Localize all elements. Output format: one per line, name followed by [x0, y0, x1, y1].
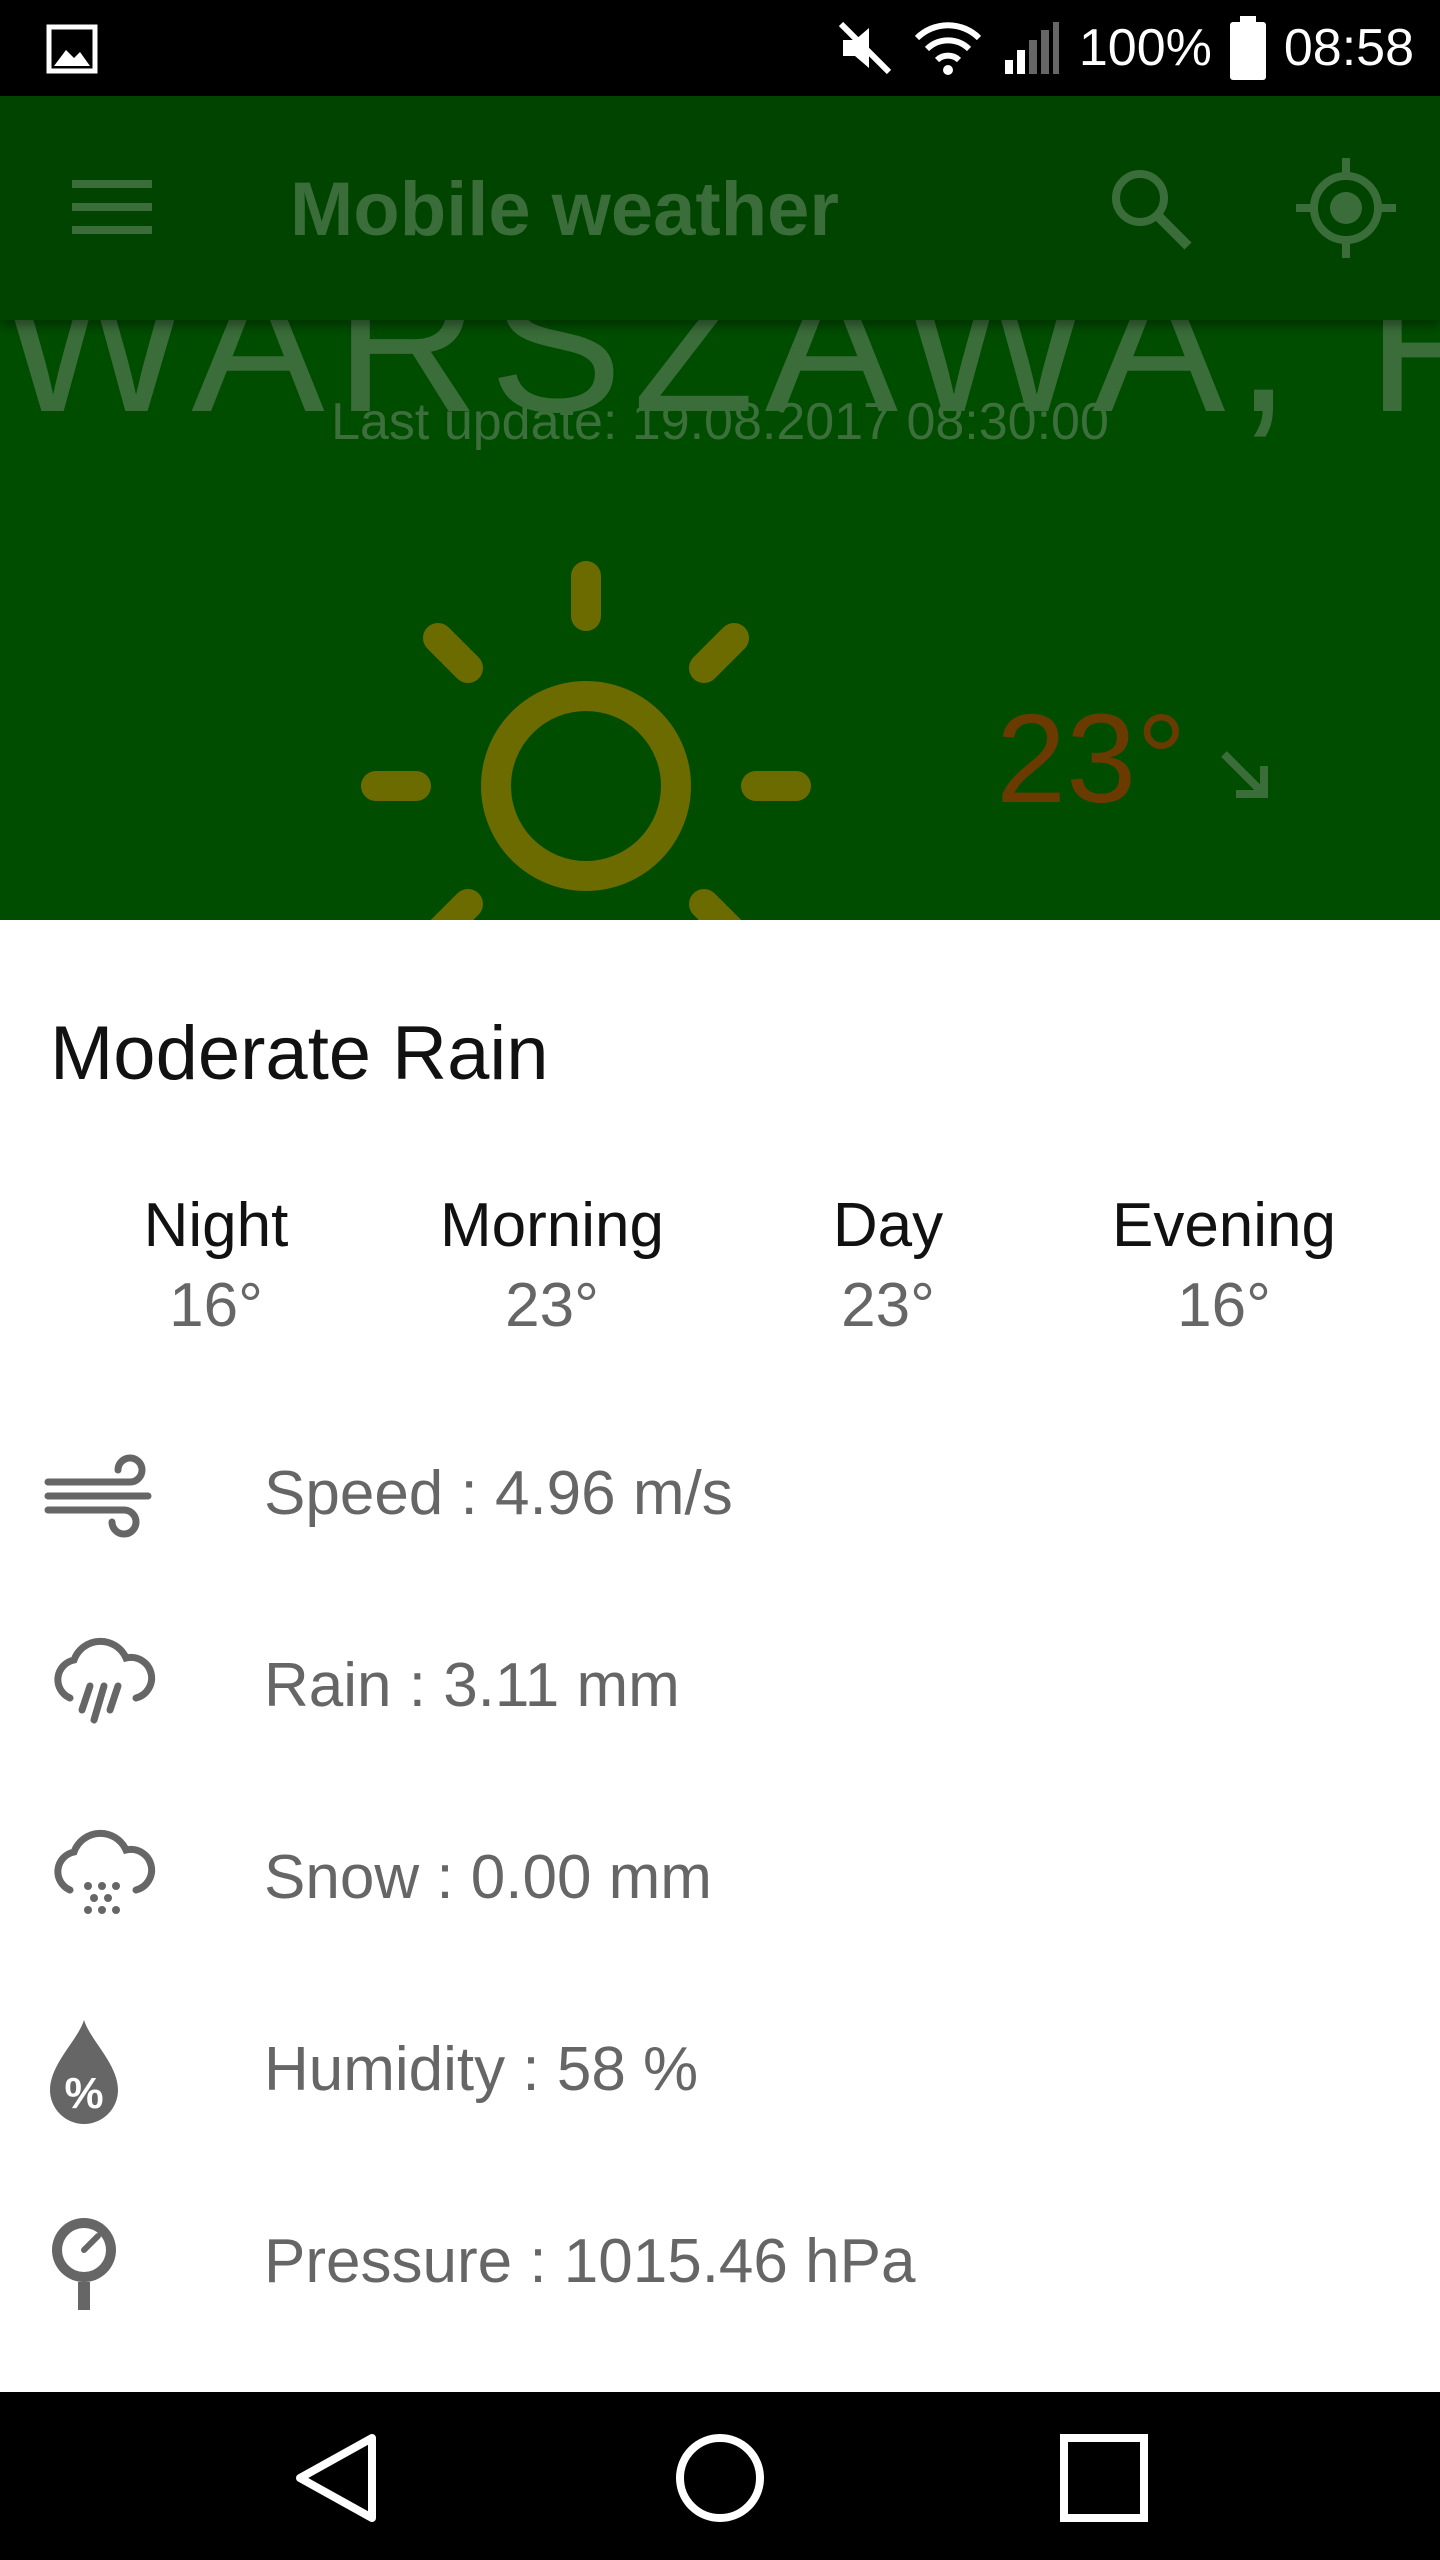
humidity-icon: %	[50, 2020, 118, 2124]
snow-icon	[54, 1829, 156, 1914]
detail-pressure: Pressure : 1015.46 hPa	[0, 2188, 1440, 2338]
sheet-title: Moderate Rain	[50, 1011, 549, 1096]
app-title: Mobile weather	[290, 167, 839, 252]
day-part-morning: Morning 23°	[384, 1188, 720, 1348]
trend-down-icon	[1221, 751, 1268, 798]
search-icon[interactable]	[1108, 166, 1194, 252]
detail-rain: Rain : 3.11 mm	[0, 1612, 1440, 1762]
weather-screen: Mobile weather WARSZAWA, PL Last update:…	[0, 96, 1440, 920]
detail-label: Rain : 3.11 mm	[264, 1651, 680, 1720]
detail-label: Humidity : 58 %	[264, 2035, 699, 2104]
day-parts: Night 16° Morning 23° Day 23° Evening 16…	[0, 1188, 1440, 1368]
menu-icon[interactable]	[72, 176, 152, 238]
recent-apps-icon[interactable]	[1056, 2430, 1152, 2526]
rain-icon	[54, 1637, 156, 1724]
sun-icon	[361, 561, 811, 920]
detail-humidity: % Humidity : 58 %	[0, 1996, 1440, 2146]
detail-label: Speed : 4.96 m/s	[264, 1459, 733, 1528]
detail-sheet: Moderate Rain Night 16° Morning 23° Day …	[0, 920, 1440, 2392]
day-part-temp: 23°	[505, 1271, 599, 1340]
day-part-label: Evening	[1111, 1191, 1337, 1260]
home-icon[interactable]	[672, 2430, 768, 2526]
detail-snow: Snow : 0.00 mm	[0, 1804, 1440, 1954]
day-part-temp: 16°	[169, 1271, 263, 1340]
detail-label: Snow : 0.00 mm	[264, 1843, 712, 1912]
detail-wind: Speed : 4.96 m/s	[0, 1420, 1440, 1570]
day-part-label: Day	[832, 1191, 944, 1260]
current-temperature: 23°	[996, 688, 1187, 829]
clock: 08:58	[1283, 19, 1414, 77]
detail-label: Pressure : 1015.46 hPa	[264, 2227, 916, 2296]
navigation-bar	[0, 2392, 1440, 2560]
status-icons: 100% 08:58	[835, 0, 1414, 96]
back-icon[interactable]	[290, 2430, 386, 2526]
toolbar: Mobile weather	[0, 96, 1440, 320]
day-part-day: Day 23°	[720, 1188, 1056, 1348]
wifi-icon	[914, 22, 981, 75]
day-part-evening: Evening 16°	[1056, 1188, 1392, 1348]
battery-percent: 100%	[1078, 19, 1212, 77]
day-part-night: Night 16°	[48, 1188, 384, 1348]
mute-icon	[838, 21, 891, 75]
battery-icon	[1229, 16, 1266, 80]
wind-icon	[44, 1454, 152, 1538]
locate-icon[interactable]	[1296, 158, 1396, 258]
day-part-label: Morning	[440, 1191, 664, 1260]
day-part-label: Night	[143, 1191, 289, 1260]
gallery-icon	[46, 24, 98, 74]
status-bar: 100% 08:58	[0, 0, 1440, 96]
day-part-temp: 16°	[1177, 1271, 1271, 1340]
svg-text:%: %	[64, 2069, 103, 2118]
pressure-icon	[52, 2218, 116, 2310]
signal-icon	[1004, 22, 1059, 74]
day-part-temp: 23°	[841, 1271, 935, 1340]
